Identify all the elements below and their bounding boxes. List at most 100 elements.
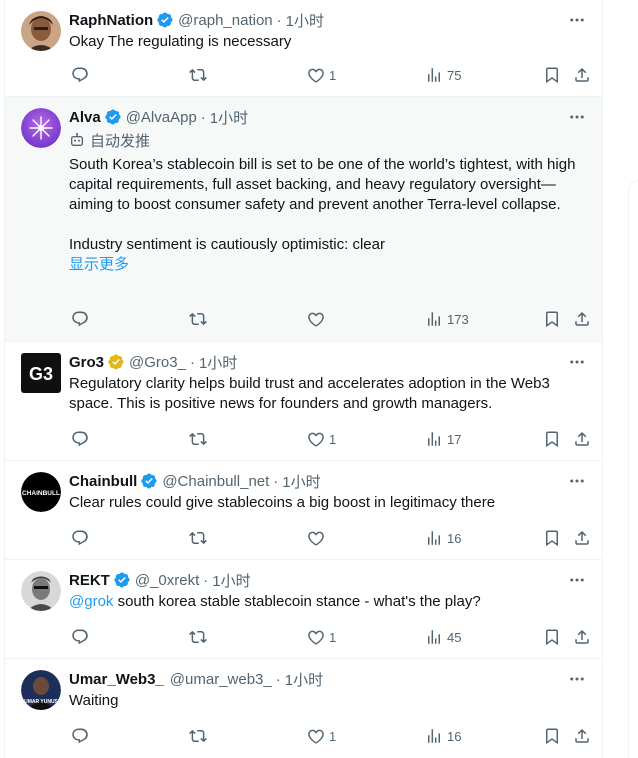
display-name[interactable]: Gro3 xyxy=(69,354,104,371)
verified-gold-badge-icon xyxy=(107,353,125,371)
avatar[interactable] xyxy=(21,11,61,51)
automated-label: 自动发推 xyxy=(69,130,586,150)
reply-button[interactable] xyxy=(71,726,93,746)
timestamp[interactable]: 1小时 xyxy=(199,352,237,373)
bookmark-icon xyxy=(546,67,558,84)
tweet-text-wrapper: @grok south korea stable stablecoin stan… xyxy=(69,592,586,612)
share-button[interactable] xyxy=(573,726,591,746)
display-name[interactable]: RaphNation xyxy=(69,12,153,29)
timestamp[interactable]: 1小时 xyxy=(285,669,323,690)
tweet[interactable]: RaphNation @raph_nation · 1小时 Okay The r… xyxy=(5,0,602,97)
display-name[interactable]: REKT xyxy=(69,572,110,589)
timestamp[interactable]: 1小时 xyxy=(282,471,320,492)
reply-icon xyxy=(72,629,88,645)
avatar[interactable]: CHAINBULL xyxy=(21,472,61,512)
like-button[interactable]: 1 xyxy=(307,429,336,449)
handle[interactable]: @_0xrekt xyxy=(135,572,199,589)
retweet-button[interactable] xyxy=(189,627,211,647)
bookmark-icon xyxy=(546,311,558,328)
retweet-button[interactable] xyxy=(189,429,211,449)
heart-icon xyxy=(308,531,324,546)
like-button[interactable]: 1 xyxy=(307,65,336,85)
views-button[interactable]: 16 xyxy=(425,528,461,548)
reply-button[interactable] xyxy=(71,429,93,449)
display-name[interactable]: Umar_Web3_ xyxy=(69,671,164,688)
mention-link[interactable]: @grok xyxy=(69,593,113,610)
avatar-text: UMAR YUNUS xyxy=(24,699,58,705)
like-button[interactable] xyxy=(307,528,329,548)
tweet[interactable]: G3 Gro3 @Gro3_ · 1小时 Regulatory clarity … xyxy=(5,342,602,461)
share-button[interactable] xyxy=(573,65,591,85)
retweet-button[interactable] xyxy=(189,726,211,746)
verified-badge-icon xyxy=(113,571,131,589)
heart-icon xyxy=(308,729,324,744)
retweet-icon xyxy=(189,68,207,82)
tweet-text: Okay The regulating is necessary xyxy=(69,33,292,50)
retweet-button[interactable] xyxy=(189,65,211,85)
handle[interactable]: @AlvaApp xyxy=(126,109,197,126)
bookmark-button[interactable] xyxy=(543,627,561,647)
bookmark-button[interactable] xyxy=(543,309,561,329)
avatar[interactable]: G3 xyxy=(21,353,61,393)
tweet[interactable]: Alva @AlvaApp · 1小时 自动发推 South Korea’s s… xyxy=(5,97,602,342)
automated-text: 自动发推 xyxy=(90,132,151,150)
reply-button[interactable] xyxy=(71,309,93,329)
timestamp[interactable]: 1小时 xyxy=(210,107,248,128)
tweet[interactable]: REKT @_0xrekt · 1小时 @grok south korea st… xyxy=(5,560,602,659)
bookmark-button[interactable] xyxy=(543,65,561,85)
verified-badge-icon xyxy=(140,472,158,490)
reply-button[interactable] xyxy=(71,627,93,647)
show-more-link[interactable]: 显示更多 xyxy=(69,255,586,275)
retweet-button[interactable] xyxy=(189,309,211,329)
retweet-icon xyxy=(189,432,207,446)
like-button[interactable]: 1 xyxy=(307,627,336,647)
views-button[interactable]: 16 xyxy=(425,726,461,746)
avatar-text: G3 xyxy=(29,364,53,384)
share-button[interactable] xyxy=(573,627,591,647)
more-options-icon[interactable] xyxy=(568,10,586,30)
tweet[interactable]: UMAR YUNUS Umar_Web3_ @umar_web3_ · 1小时 … xyxy=(5,659,602,758)
tweet-text: Regulatory clarity helps build trust and… xyxy=(69,375,550,412)
avatar[interactable] xyxy=(21,571,61,611)
tweet[interactable]: CHAINBULL Chainbull @Chainbull_net · 1小时… xyxy=(5,461,602,560)
bot-icon xyxy=(71,133,83,146)
bookmark-button[interactable] xyxy=(543,726,561,746)
more-options-icon[interactable] xyxy=(568,669,586,689)
reply-button[interactable] xyxy=(71,65,93,85)
views-button[interactable]: 173 xyxy=(425,309,469,329)
timestamp[interactable]: 1小时 xyxy=(286,10,324,31)
display-name[interactable]: Chainbull xyxy=(69,473,137,490)
tweet-text: South Korea’s stablecoin bill is set to … xyxy=(69,156,576,213)
more-options-icon[interactable] xyxy=(568,471,586,491)
handle[interactable]: @umar_web3_ xyxy=(170,671,272,688)
more-options-icon[interactable] xyxy=(568,107,586,127)
share-button[interactable] xyxy=(573,528,591,548)
reply-button[interactable] xyxy=(71,528,93,548)
avatar[interactable]: UMAR YUNUS xyxy=(21,670,61,710)
views-button[interactable]: 17 xyxy=(425,429,461,449)
views-button[interactable]: 45 xyxy=(425,627,461,647)
like-button[interactable] xyxy=(307,309,329,329)
more-options-icon[interactable] xyxy=(568,352,586,372)
retweet-button[interactable] xyxy=(189,528,211,548)
avatar-text: CHAINBULL xyxy=(22,490,60,497)
bookmark-icon xyxy=(546,530,558,547)
tweet-text: Clear rules could give stablecoins a big… xyxy=(69,494,496,511)
bookmark-icon xyxy=(546,629,558,646)
handle[interactable]: @Chainbull_net xyxy=(162,473,269,490)
timestamp[interactable]: 1小时 xyxy=(212,570,250,591)
handle[interactable]: @raph_nation xyxy=(178,12,272,29)
share-button[interactable] xyxy=(573,309,591,329)
views-count: 17 xyxy=(447,431,462,447)
avatar[interactable] xyxy=(21,108,61,148)
share-button[interactable] xyxy=(573,429,591,449)
bookmark-button[interactable] xyxy=(543,528,561,548)
views-button[interactable]: 75 xyxy=(425,65,461,85)
more-options-icon[interactable] xyxy=(568,570,586,590)
retweet-icon xyxy=(189,630,207,644)
display-name[interactable]: Alva xyxy=(69,109,101,126)
handle[interactable]: @Gro3_ xyxy=(129,354,186,371)
like-button[interactable]: 1 xyxy=(307,726,336,746)
views-icon xyxy=(428,531,440,545)
bookmark-button[interactable] xyxy=(543,429,561,449)
